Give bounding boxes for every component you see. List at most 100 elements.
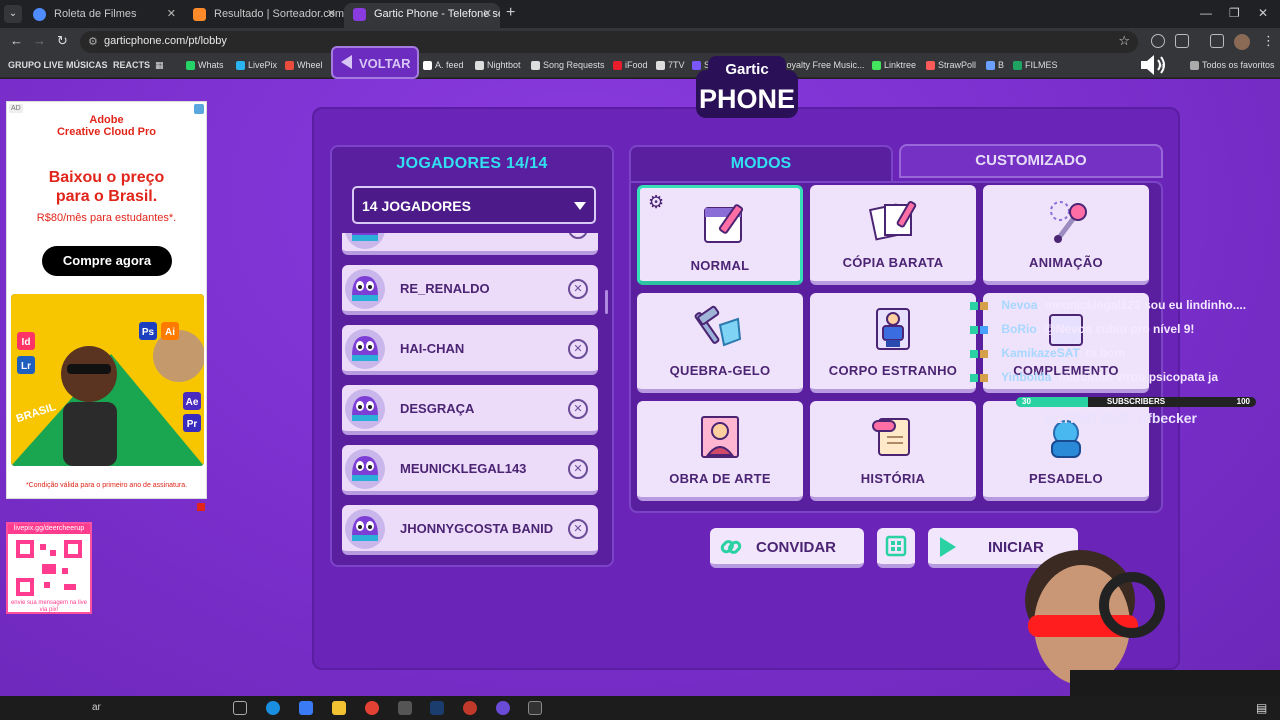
bookmark-label: REACTS [113,60,151,70]
kick-player-icon[interactable]: ✕ [568,233,588,239]
kick-player-icon[interactable]: ✕ [568,339,588,359]
steam-icon[interactable] [430,701,444,715]
invite-button[interactable]: CONVIDAR [710,528,864,568]
ad-cta-button[interactable]: Compre agora [42,246,172,276]
chat-message: Nevoa: meunicklegal123 sou eu lindinho..… [970,298,1246,312]
ad-footnote: *Condição válida para o primeiro ano de … [25,482,188,489]
browser-tab-2[interactable]: Resultado | Sorteador.com.br - ✕ [184,3,344,28]
copy-papers-icon [868,200,917,241]
bookmark-star-icon[interactable]: ☆ [1118,33,1130,49]
player-avatar-icon [345,389,385,429]
terminal-icon[interactable] [528,701,542,715]
mode-card[interactable]: NORMAL ⚙ [637,185,803,285]
kick-player-icon[interactable]: ✕ [568,279,588,299]
ad-brand-line1: Adobe [89,114,124,126]
player-name: JHONNYGCOSTA BANID [400,521,554,536]
bookmark-item[interactable]: StrawPoll [926,60,976,70]
bookmark-item[interactable]: B [986,60,1004,70]
ad-choices-icon[interactable] [194,104,204,114]
task-view-icon[interactable] [233,701,247,715]
browser-tab-1[interactable]: Roleta de Filmes ✕ [24,3,184,28]
qr-code-button[interactable] [877,528,915,568]
kick-player-icon[interactable]: ✕ [568,459,588,479]
apps-grid-icon[interactable]: ▦ [155,60,164,71]
bookmark-item[interactable]: GRUPO LIVE [8,60,64,70]
mode-card[interactable]: ANIMAÇÃO [983,185,1149,285]
mode-card[interactable]: QUEBRA-GELO [637,293,803,393]
tab-search-icon[interactable]: ⌄ [4,5,22,23]
sub-goal-target: 100 [1236,397,1250,406]
back-button[interactable]: VOLTAR [331,46,419,79]
forward-icon[interactable]: → [33,33,46,48]
extension-icon[interactable] [1151,34,1165,48]
copilot-icon[interactable] [299,701,313,715]
gear-icon[interactable]: ⚙ [648,193,664,211]
obs-icon[interactable] [463,701,477,715]
bookmark-item[interactable]: Linktree [872,60,916,70]
mode-card[interactable]: CÓPIA BARATA [810,185,976,285]
ad-headline-line2: para o Brasil. [55,188,158,205]
all-bookmarks-folder[interactable]: Todos os favoritos [1190,60,1275,70]
player-name: MEUNICKLEGAL143 [400,461,527,476]
restore-icon[interactable]: ❐ [1229,6,1240,20]
ad-headline: Baixou o preço para o Brasil. [7,168,206,206]
bookmark-item[interactable]: Wheel [285,60,323,70]
bookmark-favicon-icon [423,61,432,70]
players-count-select[interactable]: 14 JOGADORES [352,186,596,224]
edge-icon[interactable] [266,701,280,715]
profile-avatar[interactable] [1234,34,1250,50]
new-tab-icon[interactable]: + [506,5,515,21]
minimize-icon[interactable]: — [1200,6,1212,20]
back-icon[interactable]: ← [10,33,23,48]
player-name: HAI-CHAN [400,341,465,356]
bookmark-item[interactable]: iFood [613,60,648,70]
address-bar[interactable]: ⚙ garticphone.com/pt/lobby ☆ [80,31,1138,53]
logo-top-text: Gartic [725,61,768,78]
bookmark-item[interactable]: MÚSICAS [66,60,108,70]
play-icon [940,537,956,557]
bookmark-item[interactable]: 7TV [656,60,685,70]
bookmarks-bar: GRUPO LIVE MÚSICAS REACTS Whats LivePix Wheel… [0,56,1280,78]
mode-label: NORMAL [690,258,750,273]
bookmark-item[interactable]: Nightbot [475,60,521,70]
player-name: RE_RENALDO [400,281,490,296]
mode-card[interactable]: HISTÓRIA [810,401,976,501]
tab-close-icon[interactable]: ✕ [167,3,176,25]
kick-player-icon[interactable]: ✕ [568,519,588,539]
bookmark-label: Whats [198,60,224,70]
site-info-icon[interactable]: ⚙ [88,35,98,48]
bookmark-item[interactable]: FILMES [1013,60,1058,70]
bookmark-item[interactable]: LivePix [236,60,277,70]
close-window-icon[interactable]: ✕ [1258,6,1268,20]
kick-player-icon[interactable]: ✕ [568,399,588,419]
ad-headline-line1: Baixou o preço [48,169,165,186]
browser-tab-3[interactable]: Gartic Phone - Telefone sem fio ✕ [344,3,500,28]
player-list[interactable]: DECK✕RE_RENALDO✕HAI-CHAN✕DESGRAÇA✕MEUNIC… [342,233,602,565]
mode-card[interactable]: CORPO ESTRANHO [810,293,976,393]
tab-custom[interactable]: CUSTOMIZADO [899,144,1163,178]
all-bookmarks-label: Todos os favoritos [1202,60,1275,70]
media-icon[interactable] [1210,34,1224,48]
reload-icon[interactable]: ↻ [57,33,68,49]
sound-icon[interactable] [1139,54,1167,76]
mode-label: ANIMAÇÃO [1029,255,1103,270]
tab-modes[interactable]: MODOS [629,145,893,183]
file-explorer-icon[interactable] [332,701,346,715]
chrome-icon[interactable] [365,701,379,715]
bookmark-item[interactable]: A. feed [423,60,464,70]
bookmark-item[interactable]: Song Requests [531,60,605,70]
menu-kebab-icon[interactable]: ⋮ [1262,33,1275,49]
taskbar-search[interactable]: ar [92,702,101,713]
player-avatar-icon [345,329,385,369]
extensions-puzzle-icon[interactable] [1175,34,1189,48]
tab-close-icon[interactable]: ✕ [327,3,336,25]
adobe-ad[interactable]: AD Adobe Creative Cloud Pro Baixou o pre… [6,101,207,499]
app-icon[interactable] [398,701,412,715]
player-list-scrollbar[interactable] [605,290,608,314]
discord-icon[interactable] [496,701,510,715]
tab-close-icon[interactable]: ✕ [483,3,492,25]
bookmark-item[interactable]: Whats [186,60,224,70]
mode-card[interactable]: OBRA DE ARTE [637,401,803,501]
notifications-icon[interactable]: ▤ [1256,701,1267,715]
bookmark-item[interactable]: REACTS [113,60,150,70]
